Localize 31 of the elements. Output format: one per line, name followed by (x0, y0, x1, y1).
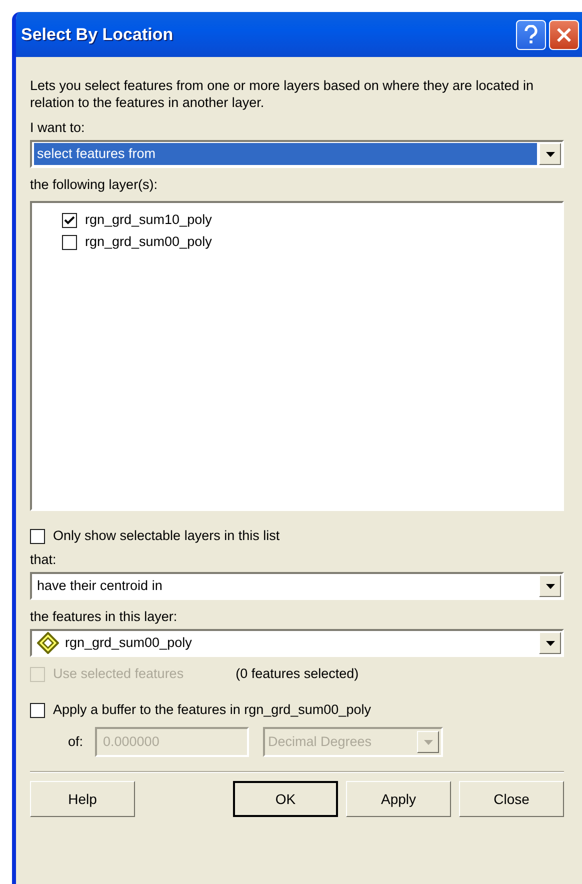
dialog-button[interactable]: Apply (346, 781, 452, 817)
dialog-button[interactable]: Help (30, 781, 135, 817)
checkbox[interactable] (30, 528, 45, 544)
distance-field: 0.000000 (95, 727, 250, 757)
units-dropdown: Decimal Degrees (263, 727, 444, 757)
checkbox[interactable] (62, 212, 77, 228)
dropdown[interactable]: have their centroid in (30, 572, 564, 600)
checkbox-label: Use selected features (53, 664, 184, 683)
field-label: I want to: (30, 119, 86, 136)
checkbox-label: Only show selectable layers in this list (53, 526, 280, 545)
layer-symbol-icon (37, 632, 59, 654)
dialog-button[interactable]: Close (459, 781, 564, 817)
help-button[interactable] (516, 20, 546, 50)
layer-name: rgn_grd_sum00_poly (85, 232, 212, 251)
dialog-button[interactable]: OK (232, 781, 338, 817)
layer-name: rgn_grd_sum10_poly (85, 210, 212, 229)
checkbox-label: Apply a buffer to the features in rgn_grd_sum00_poly (53, 700, 371, 719)
checkbox[interactable] (62, 234, 77, 250)
close-icon (556, 26, 572, 42)
field-label: the features in this layer: (30, 608, 178, 625)
dropdown[interactable]: select features from (30, 140, 564, 168)
field-label: the following layer(s): (30, 176, 159, 193)
field-label: of: (68, 732, 84, 751)
question-mark-icon (524, 24, 538, 44)
field-label: that: (30, 551, 58, 568)
selection-count: (0 features selected) (236, 664, 359, 683)
window-title: Select By Location (21, 24, 174, 46)
dropdown[interactable]: rgn_grd_sum00_poly (30, 629, 564, 657)
description-text: Lets you select features from one or more layers based on where they are located in relation to the features in another layer. (30, 77, 535, 111)
checkbox[interactable] (30, 702, 45, 718)
close-button[interactable] (549, 20, 579, 50)
